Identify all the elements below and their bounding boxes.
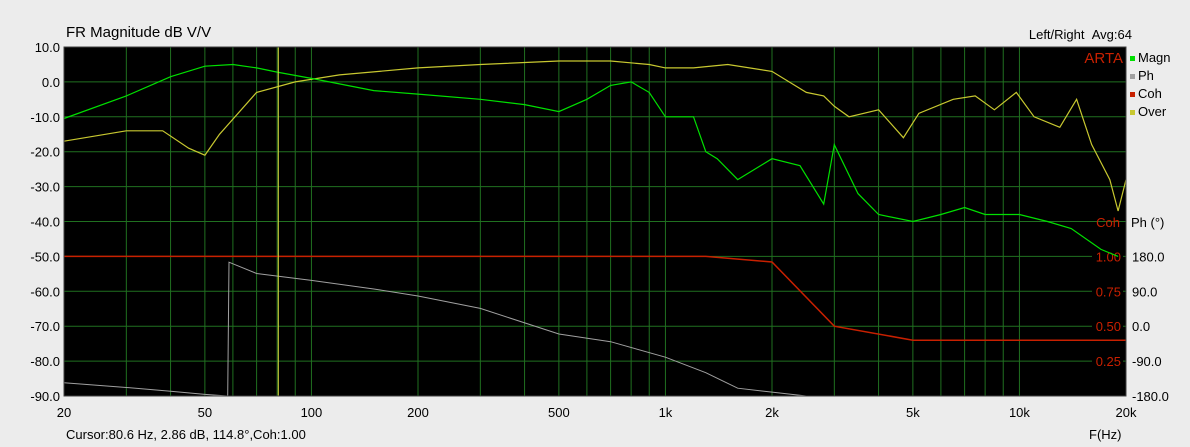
y-tick-label: 0.0 <box>42 75 60 90</box>
y-tick-label: -20.0 <box>30 145 60 160</box>
y-tick-label: -90.0 <box>30 389 60 404</box>
y-tick-label: 10.0 <box>35 40 60 55</box>
x-tick-label: 20k <box>1116 405 1137 420</box>
phase-tick-label: -180.0 <box>1132 389 1169 404</box>
x-tick-label: 5k <box>906 405 920 420</box>
x-axis-unit-label: F(Hz) <box>1089 427 1122 442</box>
legend-label-over: Over <box>1138 104 1167 119</box>
brand-label: ARTA <box>1084 50 1123 67</box>
legend-label-ph: Ph <box>1138 68 1154 83</box>
x-tick-label: 200 <box>407 405 429 420</box>
phase-tick-label: 90.0 <box>1132 284 1157 299</box>
phase-axis-label: Ph (°) <box>1131 215 1164 230</box>
x-tick-label: 50 <box>198 405 212 420</box>
legend-swatch-over <box>1130 110 1135 116</box>
legend-label-coh: Coh <box>1138 86 1162 101</box>
x-tick-label: 500 <box>548 405 570 420</box>
legend-item-coh[interactable]: Coh <box>1130 86 1162 101</box>
x-tick-label: 20 <box>57 405 71 420</box>
fr-plot[interactable]: 10.0 0.0 -10.0 -20.0 -30.0 -40.0 -50.0 -60.0 -70… <box>0 0 1190 447</box>
y-tick-label: -80.0 <box>30 354 60 369</box>
coh-tick-label: 1.00 <box>1096 249 1121 264</box>
legend-item-over[interactable]: Over <box>1130 104 1166 119</box>
cursor-readout: Cursor:80.6 Hz, 2.86 dB, 114.8°,Coh:1.00 <box>66 427 306 442</box>
legend-swatch-ph <box>1130 74 1135 80</box>
legend-item-ph[interactable]: Ph <box>1130 68 1154 83</box>
coh-axis-label: Coh <box>1096 215 1120 230</box>
phase-tick-label: 0.0 <box>1132 319 1150 334</box>
legend-swatch-coh <box>1130 92 1135 98</box>
phase-tick-label: 180.0 <box>1132 249 1165 264</box>
coh-tick-label: 0.50 <box>1096 319 1121 334</box>
y-tick-label: -60.0 <box>30 284 60 299</box>
y-tick-label: -70.0 <box>30 319 60 334</box>
legend-swatch-magn <box>1130 56 1135 62</box>
legend-label-magn: Magn <box>1138 50 1171 65</box>
legend-item-magn[interactable]: Magn <box>1130 50 1171 65</box>
phase-tick-label: -90.0 <box>1132 354 1162 369</box>
coh-tick-label: 0.75 <box>1096 284 1121 299</box>
y-tick-label: -30.0 <box>30 180 60 195</box>
x-tick-label: 2k <box>765 405 779 420</box>
y-tick-label: -40.0 <box>30 215 60 230</box>
y-tick-label: -10.0 <box>30 110 60 125</box>
x-tick-label: 1k <box>659 405 673 420</box>
coh-tick-label: 0.25 <box>1096 354 1121 369</box>
x-tick-label: 10k <box>1009 405 1030 420</box>
y-tick-label: -50.0 <box>30 249 60 264</box>
x-tick-label: 100 <box>301 405 323 420</box>
